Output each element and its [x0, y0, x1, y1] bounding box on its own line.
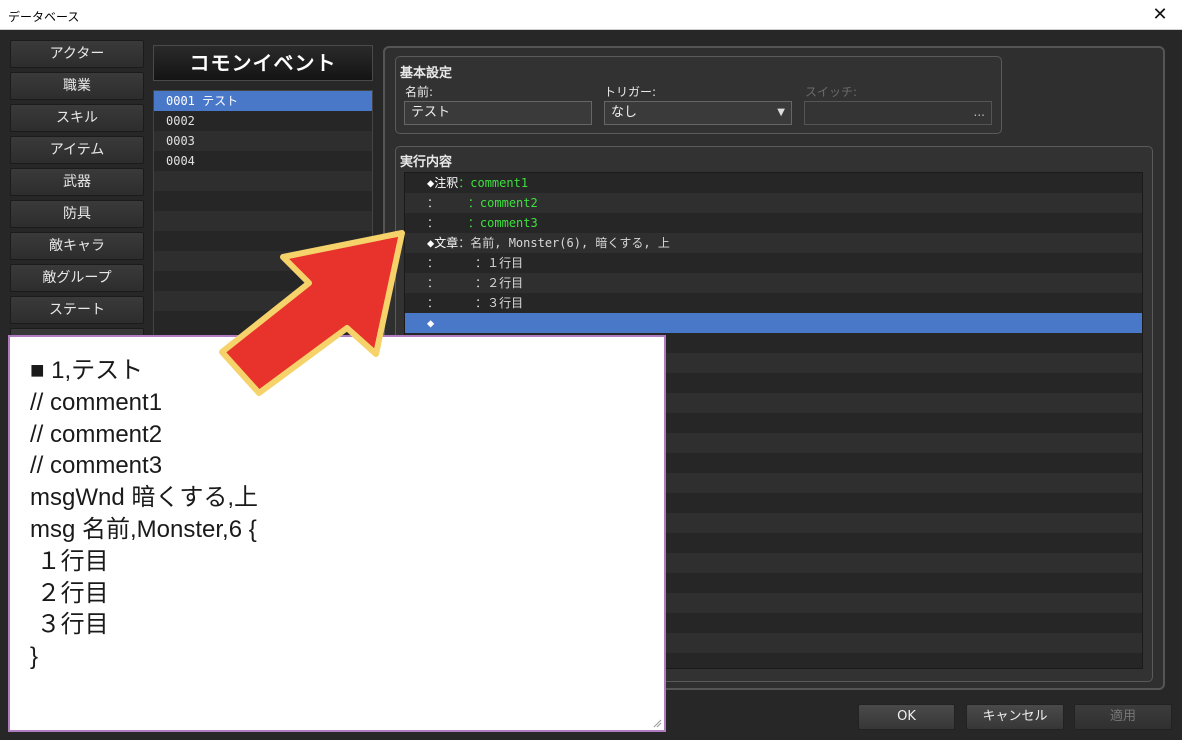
script-line: ■ 1,テスト: [30, 357, 144, 384]
trigger-value: なし: [611, 105, 638, 120]
command-body: comment1: [470, 176, 529, 190]
dropdown-arrow-icon: ▼: [777, 107, 785, 118]
command-sep: ：: [458, 236, 471, 250]
sidebar-tab-item[interactable]: アイテム: [10, 136, 144, 164]
command-row[interactable]: ： ：１行目: [405, 253, 1142, 273]
command-head: ：: [427, 216, 440, 230]
sidebar-tab-enemy[interactable]: 敵キャラ: [10, 232, 144, 260]
switch-field: ...: [804, 101, 992, 125]
name-input[interactable]: テスト: [404, 101, 592, 125]
script-line: １行目: [30, 547, 109, 575]
sidebar-tab-armor[interactable]: 防具: [10, 200, 144, 228]
command-row[interactable]: ： ：３行目: [405, 293, 1142, 313]
script-line: // comment1: [30, 388, 163, 416]
switch-label: スイッチ:: [805, 85, 858, 99]
list-item-empty[interactable]: [154, 191, 372, 211]
basic-settings-title: 基本設定: [400, 66, 453, 81]
command-sep: ：: [439, 256, 488, 270]
resize-grip-icon[interactable]: [652, 718, 662, 728]
list-item-empty[interactable]: [154, 311, 372, 331]
list-item-empty[interactable]: [154, 231, 372, 251]
command-row[interactable]: ： ：２行目: [405, 273, 1142, 293]
cancel-button[interactable]: キャンセル: [966, 704, 1064, 730]
trigger-label: トリガー:: [604, 85, 657, 99]
script-line: // comment2: [30, 420, 163, 448]
command-head: ◆文章: [427, 236, 459, 250]
script-line: msg 名前,Monster,6 {: [30, 515, 257, 543]
sidebar-tab-skill[interactable]: スキル: [10, 104, 144, 132]
converted-script-lines: ■ 1,テスト // comment1 // comment2 // comme…: [10, 355, 258, 673]
command-head: ：: [427, 256, 440, 270]
command-body: comment2: [479, 196, 538, 210]
command-row[interactable]: ： ：comment2: [405, 193, 1142, 213]
list-item-empty[interactable]: [154, 271, 372, 291]
common-event-header: コモンイベント: [153, 45, 373, 81]
sidebar-tabs: アクター 職業 スキル アイテム 武器 防具 敵キャラ 敵グループ ステート: [10, 40, 144, 360]
script-line: msgWnd 暗くする,上: [30, 484, 259, 512]
list-item[interactable]: 0004: [154, 151, 372, 171]
command-body: １行目: [487, 256, 524, 270]
command-body: 名前, Monster(6), 暗くする, 上: [470, 236, 670, 250]
list-item-empty[interactable]: [154, 251, 372, 271]
command-sep: ：: [439, 296, 488, 310]
converted-script-textbox[interactable]: ■ 1,テスト // comment1 // comment2 // comme…: [8, 335, 666, 732]
trigger-select[interactable]: なし ▼: [604, 101, 792, 125]
command-head: ◆: [427, 316, 435, 330]
command-row-selected[interactable]: ◆: [405, 313, 1142, 333]
sidebar-tab-weapon[interactable]: 武器: [10, 168, 144, 196]
ellipsis-button[interactable]: ...: [974, 101, 985, 123]
command-sep: ：: [439, 276, 488, 290]
apply-button: 適用: [1074, 704, 1172, 730]
script-line: ２行目: [30, 579, 109, 607]
command-sep: ：: [458, 176, 471, 190]
command-body: ２行目: [487, 276, 524, 290]
sidebar-tab-troop[interactable]: 敵グループ: [10, 264, 144, 292]
script-line: // comment3: [30, 452, 163, 480]
command-head: ：: [427, 196, 440, 210]
command-head: ：: [427, 276, 440, 290]
list-item-empty[interactable]: [154, 171, 372, 191]
command-body: comment3: [479, 216, 538, 230]
list-item[interactable]: 0002: [154, 111, 372, 131]
sidebar-tab-state[interactable]: ステート: [10, 296, 144, 324]
close-icon[interactable]: ✕: [1146, 4, 1174, 26]
command-row[interactable]: ◆注釈：comment1: [405, 173, 1142, 193]
list-item[interactable]: 0003: [154, 131, 372, 151]
sidebar-tab-actor[interactable]: アクター: [10, 40, 144, 68]
sidebar-tab-class[interactable]: 職業: [10, 72, 144, 100]
command-head: ：: [427, 296, 440, 310]
execution-title: 実行内容: [400, 155, 453, 170]
command-row[interactable]: ◆文章：名前, Monster(6), 暗くする, 上: [405, 233, 1142, 253]
title-bar: データベース ✕: [0, 0, 1182, 30]
command-sep: ：: [439, 196, 480, 210]
window-title: データベース: [8, 10, 80, 24]
list-item-empty[interactable]: [154, 291, 372, 311]
command-sep: ：: [439, 216, 480, 230]
ok-button[interactable]: OK: [858, 704, 955, 730]
command-head: ◆注釈: [427, 176, 459, 190]
list-item-empty[interactable]: [154, 211, 372, 231]
script-line: }: [30, 643, 39, 671]
command-body: ３行目: [487, 296, 524, 310]
name-label: 名前:: [405, 85, 434, 99]
list-item[interactable]: 0001 テスト: [154, 91, 372, 111]
script-line: ３行目: [30, 611, 109, 639]
command-row[interactable]: ： ：comment3: [405, 213, 1142, 233]
